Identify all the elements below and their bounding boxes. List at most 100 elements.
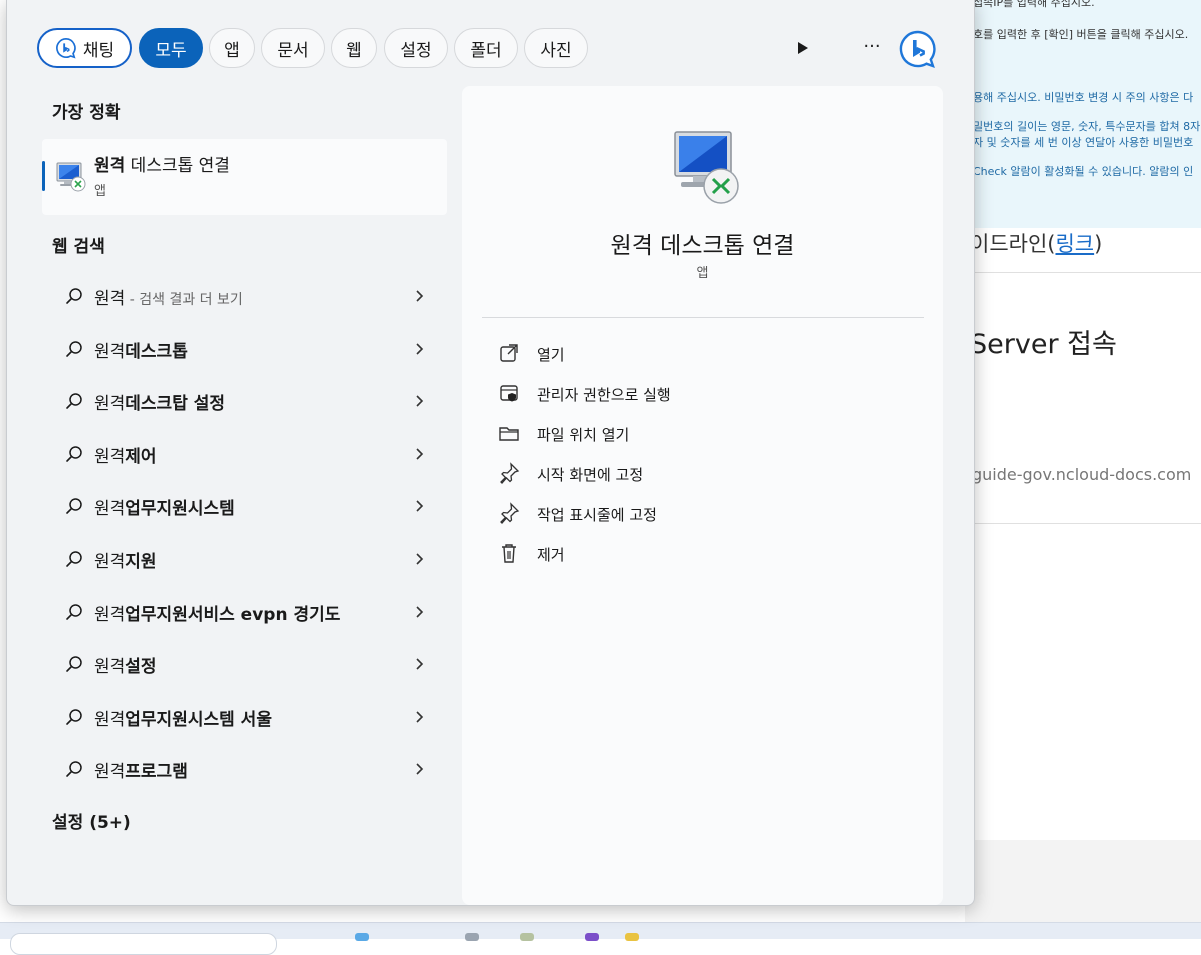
search-icon (66, 656, 82, 672)
taskbar (0, 922, 1201, 955)
best-match-title: 원격 데스크톱 연결 (94, 151, 230, 176)
detail-type: 앱 (696, 266, 709, 281)
best-match-heading: 가장 정확 (52, 103, 121, 123)
web-search-text: 원격업무지원시스템 서울 (94, 705, 272, 730)
chevron-right-icon (416, 395, 424, 407)
web-search-item[interactable]: 원격데스크톱 (42, 326, 447, 372)
query-prefix: 원격 (94, 341, 126, 362)
web-search-text: 원격데스크톱 (94, 337, 188, 362)
web-search-text: 원격데스크탑 설정 (94, 389, 225, 414)
taskbar-app-icon[interactable] (465, 933, 479, 941)
web-search-text: 원격업무지원시스템 (94, 494, 235, 519)
tab-apps[interactable]: 앱 (209, 28, 255, 68)
info-line: Check 알람이 활성화될 수 있습니다. 알람의 인 (973, 165, 1194, 178)
action-label: 열기 (537, 346, 565, 364)
detail-pane: 원격 데스크톱 연결 앱 열기관리자 권한으로 실행파일 위치 열기시작 화면에… (462, 86, 943, 905)
detail-title: 원격 데스크톱 연결 (610, 233, 795, 259)
best-match-title-bold: 원격 (94, 156, 126, 176)
taskbar-app-icon[interactable] (585, 933, 599, 941)
remote-desktop-icon (56, 162, 86, 192)
tab-folders[interactable]: 폴더 (454, 28, 518, 68)
action-item[interactable]: 관리자 권한으로 실행 (492, 376, 912, 410)
divider (965, 523, 1201, 524)
action-item[interactable]: 열기 (492, 336, 912, 370)
web-search-text: 원격제어 (94, 442, 157, 467)
taskbar-app-icon[interactable] (520, 933, 534, 941)
query-suggestion: 설정 (125, 657, 157, 678)
web-search-item[interactable]: 원격업무지원시스템 서울 (42, 694, 447, 740)
query-hint: - 검색 결과 더 보기 (125, 292, 243, 308)
chat-button[interactable]: 채팅 (37, 28, 132, 68)
web-search-item[interactable]: 원격지원 (42, 536, 447, 582)
query-suggestion: 업무지원시스템 서울 (125, 709, 272, 730)
search-icon (66, 551, 82, 567)
action-label: 관리자 권한으로 실행 (537, 386, 671, 404)
chevron-right-icon (416, 606, 424, 618)
taskbar-app-icon[interactable] (625, 933, 639, 941)
query-suggestion: 제어 (125, 446, 157, 467)
web-search-text: 원격업무지원서비스 evpn 경기도 (94, 600, 340, 625)
web-search-text: 원격지원 (94, 547, 157, 572)
search-icon (66, 709, 82, 725)
pin-icon (500, 462, 520, 484)
web-search-text: 원격설정 (94, 652, 157, 677)
query-prefix: 원격 (94, 604, 126, 625)
chevron-right-icon (416, 553, 424, 565)
bing-chat-icon (55, 38, 76, 59)
play-icon[interactable] (793, 37, 813, 59)
web-search-heading: 웹 검색 (52, 237, 105, 257)
web-search-text: 원격프로그램 (94, 757, 188, 782)
guideline-heading-text: 이드라인( (970, 232, 1056, 256)
settings-section-heading[interactable]: 설정 (5+) (52, 808, 131, 833)
bing-icon[interactable] (898, 29, 938, 69)
tab-settings[interactable]: 설정 (384, 28, 448, 68)
page-footer-area (965, 840, 1201, 922)
info-line: 접속IP를 입력해 주십시오. (973, 0, 1095, 9)
action-item[interactable]: 작업 표시줄에 고정 (492, 496, 912, 530)
taskbar-app-icon[interactable] (355, 933, 369, 941)
chevron-right-icon (416, 448, 424, 460)
search-icon (66, 340, 82, 357)
more-options-button[interactable]: ··· (857, 36, 887, 60)
web-search-item[interactable]: 원격 - 검색 결과 더 보기 (42, 273, 447, 319)
web-search-item[interactable]: 원격업무지원시스템 (42, 483, 447, 529)
query-suggestion: 업무지원시스템 (125, 499, 235, 520)
query-prefix: 원격 (94, 552, 126, 572)
web-search-item[interactable]: 원격설정 (42, 641, 447, 687)
taskbar-search-box[interactable] (10, 933, 277, 955)
remote-desktop-large-icon (674, 131, 739, 204)
folder-icon (499, 427, 519, 441)
query-prefix: 원격 (94, 394, 126, 415)
best-match-type: 앱 (94, 184, 106, 199)
query-suggestion: 프로그램 (125, 762, 188, 783)
selection-indicator (42, 161, 45, 191)
open-external-icon (500, 344, 518, 362)
info-line: 호를 입력한 후 [확인] 버튼을 클릭해 주십시오. (973, 28, 1189, 41)
web-search-item[interactable]: 원격프로그램 (42, 746, 447, 792)
action-item[interactable]: 파일 위치 열기 (492, 416, 912, 450)
info-line: 자 및 숫자를 세 번 이상 연달아 사용한 비밀번호 (973, 136, 1194, 149)
detail-divider (482, 317, 924, 318)
server-heading: Server 접속 (970, 329, 1117, 360)
action-item[interactable]: 시작 화면에 고정 (492, 456, 912, 490)
tab-photos[interactable]: 사진 (524, 28, 588, 68)
trash-icon (502, 544, 516, 563)
chevron-right-icon (416, 711, 424, 723)
guideline-link[interactable]: 링크 (1055, 232, 1094, 256)
best-match-title-rest: 데스크톱 연결 (125, 156, 230, 176)
web-search-item[interactable]: 원격업무지원서비스 evpn 경기도 (42, 589, 447, 635)
tab-documents[interactable]: 문서 (261, 28, 325, 68)
query-prefix: 원격 (94, 762, 126, 783)
action-label: 작업 표시줄에 고정 (537, 506, 657, 524)
query-suggestion: 데스크탑 설정 (125, 394, 226, 415)
web-search-item[interactable]: 원격제어 (42, 431, 447, 477)
tab-web[interactable]: 웹 (331, 28, 377, 68)
guideline-heading: 이드라인(링크) (970, 228, 1102, 258)
chevron-right-icon (416, 290, 424, 302)
action-item[interactable]: 제거 (492, 536, 912, 570)
start-search-panel: 채팅 모두 앱 문서 웹 설정 폴더 사진 ··· 가장 정확 원격 데스크톱 … (6, 0, 975, 906)
tab-all[interactable]: 모두 (139, 28, 203, 68)
best-match-item[interactable]: 원격 데스크톱 연결 앱 (42, 139, 447, 215)
web-search-text: 원격 - 검색 결과 더 보기 (94, 284, 243, 309)
web-search-item[interactable]: 원격데스크탑 설정 (42, 378, 447, 424)
